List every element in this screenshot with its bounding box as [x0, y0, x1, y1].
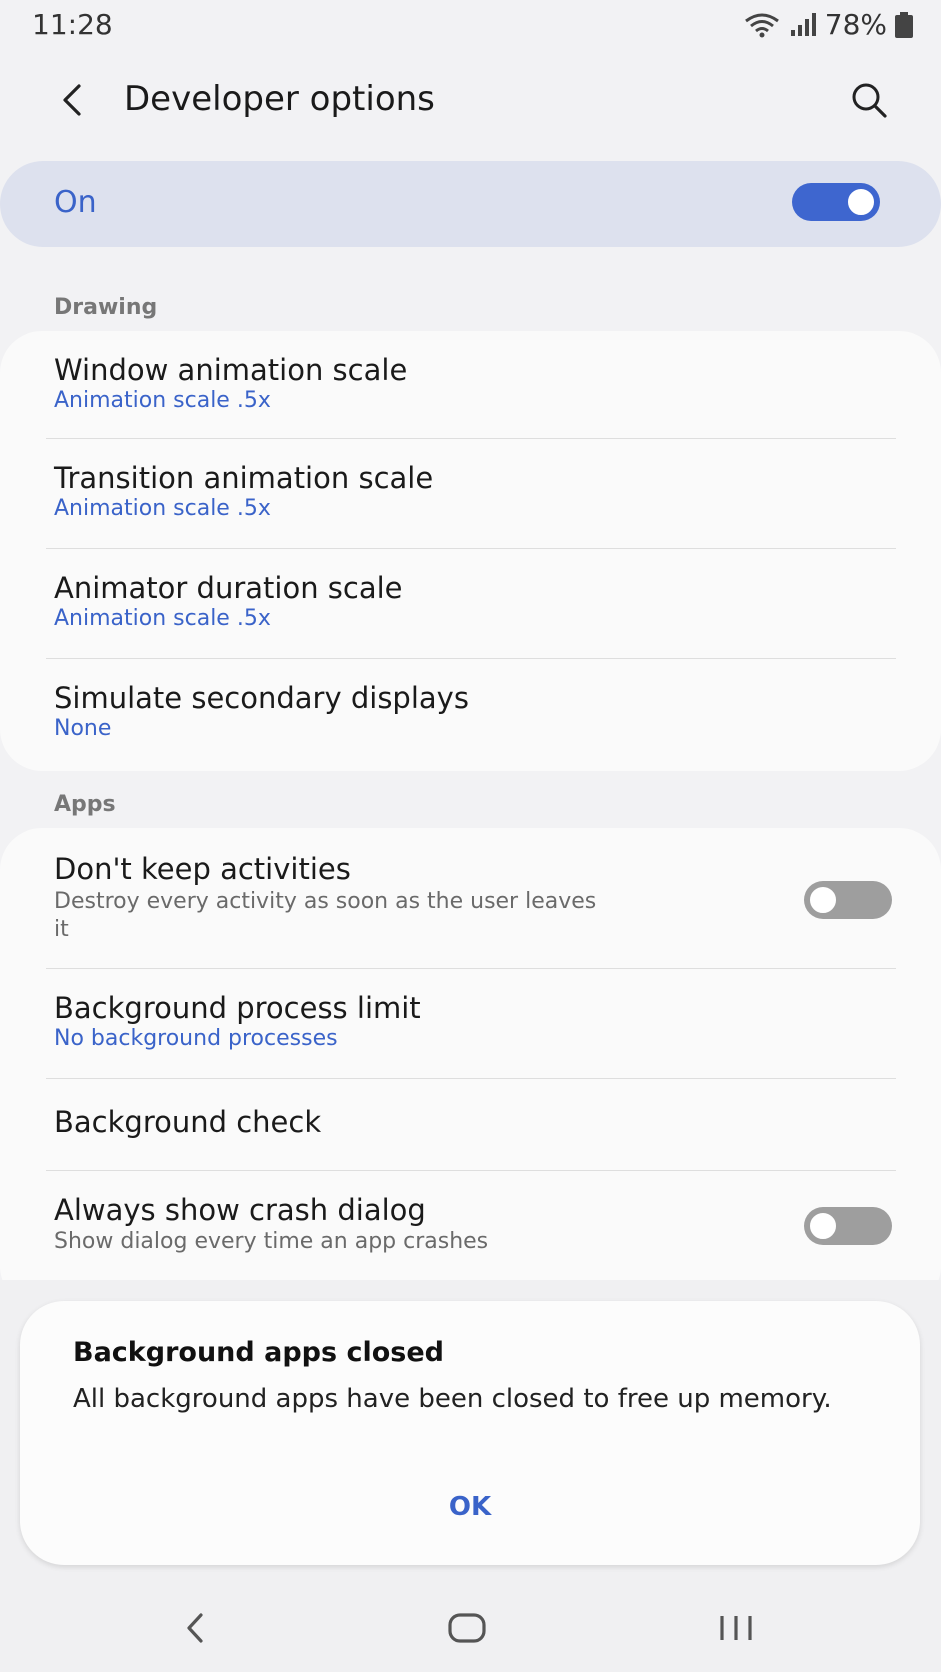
drawing-card: Window animation scale Animation scale .… [0, 331, 941, 771]
list-item[interactable]: Always show crash dialog Show dialog eve… [0, 1171, 941, 1280]
item-title: Don't keep activities [54, 852, 351, 886]
item-title: Background check [54, 1105, 322, 1139]
list-item[interactable]: Background check [0, 1079, 941, 1170]
dont-keep-activities-toggle[interactable] [804, 881, 892, 919]
section-header-drawing: Drawing [54, 295, 158, 320]
crash-dialog-toggle[interactable] [804, 1207, 892, 1245]
item-subtitle: Animation scale .5x [54, 496, 271, 521]
search-button[interactable] [845, 78, 893, 126]
nav-recents-icon [716, 1612, 756, 1648]
section-header-apps: Apps [54, 792, 116, 817]
toggle-knob [807, 884, 839, 916]
nav-home-icon [447, 1612, 487, 1648]
item-subtitle: Animation scale .5x [54, 606, 271, 631]
list-item[interactable]: Don't keep activities Destroy every acti… [0, 828, 941, 968]
back-button[interactable] [48, 78, 96, 126]
item-title: Background process limit [54, 991, 421, 1025]
item-title: Transition animation scale [54, 461, 434, 495]
list-item[interactable]: Transition animation scale Animation sca… [0, 439, 941, 549]
nav-home-button[interactable] [437, 1600, 497, 1660]
status-bar: 11:28 78% [0, 0, 941, 52]
master-switch-label: On [54, 185, 97, 220]
status-time: 11:28 [32, 8, 113, 41]
dialog-title: Background apps closed [73, 1337, 444, 1368]
apps-card: Don't keep activities Destroy every acti… [0, 828, 941, 1308]
list-item[interactable]: Simulate secondary displays None [0, 659, 941, 771]
list-item[interactable]: Animator duration scale Animation scale … [0, 549, 941, 659]
item-subtitle: None [54, 716, 112, 741]
app-bar: Developer options [0, 62, 941, 142]
nav-back-icon [183, 1612, 207, 1648]
item-title: Simulate secondary displays [54, 681, 469, 715]
signal-icon [789, 12, 817, 38]
back-arrow-icon [59, 83, 85, 121]
status-icons: 78% [743, 8, 913, 41]
search-icon [849, 80, 889, 124]
nav-back-button[interactable] [165, 1600, 225, 1660]
item-subtitle: Destroy every activity as soon as the us… [54, 889, 597, 942]
item-title: Window animation scale [54, 353, 408, 387]
list-item[interactable]: Background process limit No background p… [0, 969, 941, 1078]
toggle-knob [807, 1210, 839, 1242]
battery-icon [895, 11, 913, 38]
master-switch-bar[interactable]: On [0, 161, 941, 247]
dialog-message: All background apps have been closed to … [73, 1384, 832, 1414]
navigation-bar [0, 1590, 941, 1672]
master-toggle[interactable] [792, 183, 880, 221]
alert-dialog: Background apps closed All background ap… [20, 1301, 920, 1565]
nav-recents-button[interactable] [706, 1600, 766, 1660]
item-subtitle: No background processes [54, 1026, 338, 1051]
toggle-knob [845, 186, 877, 218]
ok-button[interactable]: OK [430, 1483, 510, 1531]
item-title: Animator duration scale [54, 571, 403, 605]
wifi-icon [743, 12, 781, 38]
list-item[interactable]: Window animation scale Animation scale .… [0, 331, 941, 439]
item-subtitle: Show dialog every time an app crashes [54, 1229, 489, 1254]
item-subtitle: Animation scale .5x [54, 388, 271, 413]
page-title: Developer options [124, 79, 435, 119]
item-title: Always show crash dialog [54, 1193, 426, 1227]
battery-percent: 78% [824, 8, 887, 41]
